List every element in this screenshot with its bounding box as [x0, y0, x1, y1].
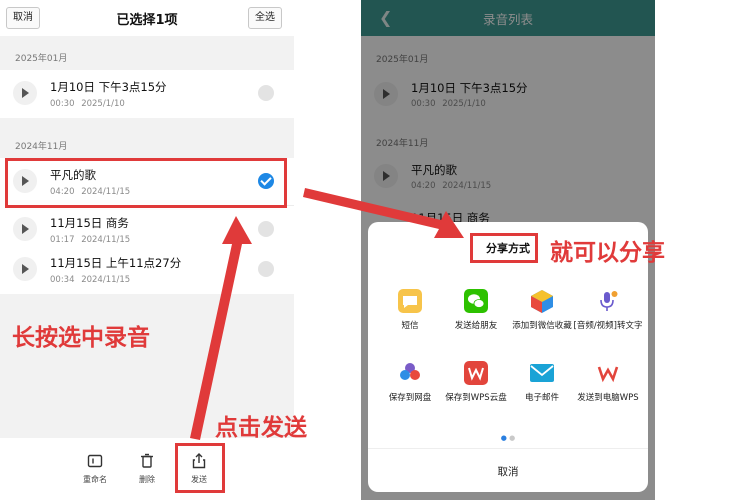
email-icon	[530, 364, 554, 382]
share-app-label: 发送给朋友	[454, 321, 498, 331]
delete-label: 删除	[139, 475, 155, 484]
action-bottombar: 重命名 删除 发送	[0, 438, 294, 500]
divider	[368, 448, 648, 449]
list-item[interactable]: 11月15日 上午11点27分 00:34 2024/11/15	[0, 246, 294, 294]
select-radio[interactable]	[258, 85, 274, 101]
annotation-long-press: 长按选中录音	[12, 325, 150, 351]
select-all-button[interactable]: 全选	[248, 7, 282, 29]
share-cancel-button[interactable]: 取消	[368, 464, 648, 479]
share-app-label: 添加到微信收藏	[512, 321, 572, 331]
share-app-label: 保存到网盘	[388, 393, 432, 403]
recording-date: 2024/11/15	[81, 275, 131, 285]
cloud-drive-icon	[400, 363, 420, 380]
recording-title: 11月15日 上午11点27分	[50, 256, 182, 270]
share-app-cloud-drive[interactable]: 保存到网盘	[375, 360, 445, 404]
share-app-wechat-favorites[interactable]: 添加到微信收藏	[507, 288, 577, 332]
share-app-wechat[interactable]: 发送给朋友	[441, 288, 511, 332]
rename-icon	[87, 454, 103, 468]
share-app-audio-to-text[interactable]: [音频/视频]转文字	[573, 288, 643, 332]
page-indicator: ● ●	[500, 434, 516, 442]
play-icon[interactable]	[13, 217, 37, 241]
recording-meta: 01:17 2024/11/15	[50, 235, 130, 245]
annotation-tap-send: 点击发送	[215, 415, 307, 441]
play-icon[interactable]	[13, 257, 37, 281]
wps-icon	[596, 361, 620, 385]
delete-button[interactable]: 删除	[127, 452, 167, 485]
recording-duration: 00:30	[50, 99, 75, 109]
play-icon[interactable]	[13, 81, 37, 105]
sms-icon	[398, 289, 422, 313]
audio-to-text-icon	[600, 291, 618, 311]
wps-cloud-icon	[464, 361, 488, 385]
recording-title: 11月15日 商务	[50, 216, 129, 230]
wechat-icon	[464, 289, 488, 313]
list-item[interactable]: 1月10日 下午3点15分 00:30 2025/1/10	[0, 70, 294, 118]
recording-title: 1月10日 下午3点15分	[50, 80, 167, 94]
trash-icon	[141, 453, 153, 468]
share-app-label: 短信	[401, 321, 419, 331]
recording-duration: 01:17	[50, 235, 75, 245]
share-app-label: 电子邮件	[524, 393, 559, 403]
recording-date: 2024/11/15	[81, 235, 131, 245]
share-title-highlight-box	[470, 233, 538, 263]
share-app-label: 保存到WPS云盘	[445, 393, 507, 403]
recording-meta: 00:30 2025/1/10	[50, 99, 125, 109]
selection-topbar: 取消 已选择1项 全选	[0, 0, 294, 36]
send-highlight-box	[175, 443, 225, 493]
share-app-wps-cloud[interactable]: 保存到WPS云盘	[441, 360, 511, 404]
share-app-label: 发送到电脑WPS	[577, 393, 639, 403]
rename-label: 重命名	[83, 475, 107, 484]
section-header: 2025年01月	[0, 36, 294, 70]
recording-meta: 00:34 2024/11/15	[50, 275, 130, 285]
selection-highlight-box	[5, 158, 287, 208]
share-app-sms[interactable]: 短信	[375, 288, 445, 332]
share-app-email[interactable]: 电子邮件	[507, 360, 577, 404]
recording-date: 2025/1/10	[81, 99, 125, 109]
share-app-label: [音频/视频]转文字	[573, 321, 643, 331]
recording-duration: 00:34	[50, 275, 75, 285]
section-header: 2024年11月	[0, 124, 294, 158]
share-app-wps-pc[interactable]: 发送到电脑WPS	[573, 360, 643, 404]
annotation-can-share: 就可以分享	[550, 240, 665, 266]
select-radio[interactable]	[258, 261, 274, 277]
rename-button[interactable]: 重命名	[75, 452, 115, 485]
wechat-favorites-icon	[531, 290, 553, 313]
select-radio[interactable]	[258, 221, 274, 237]
